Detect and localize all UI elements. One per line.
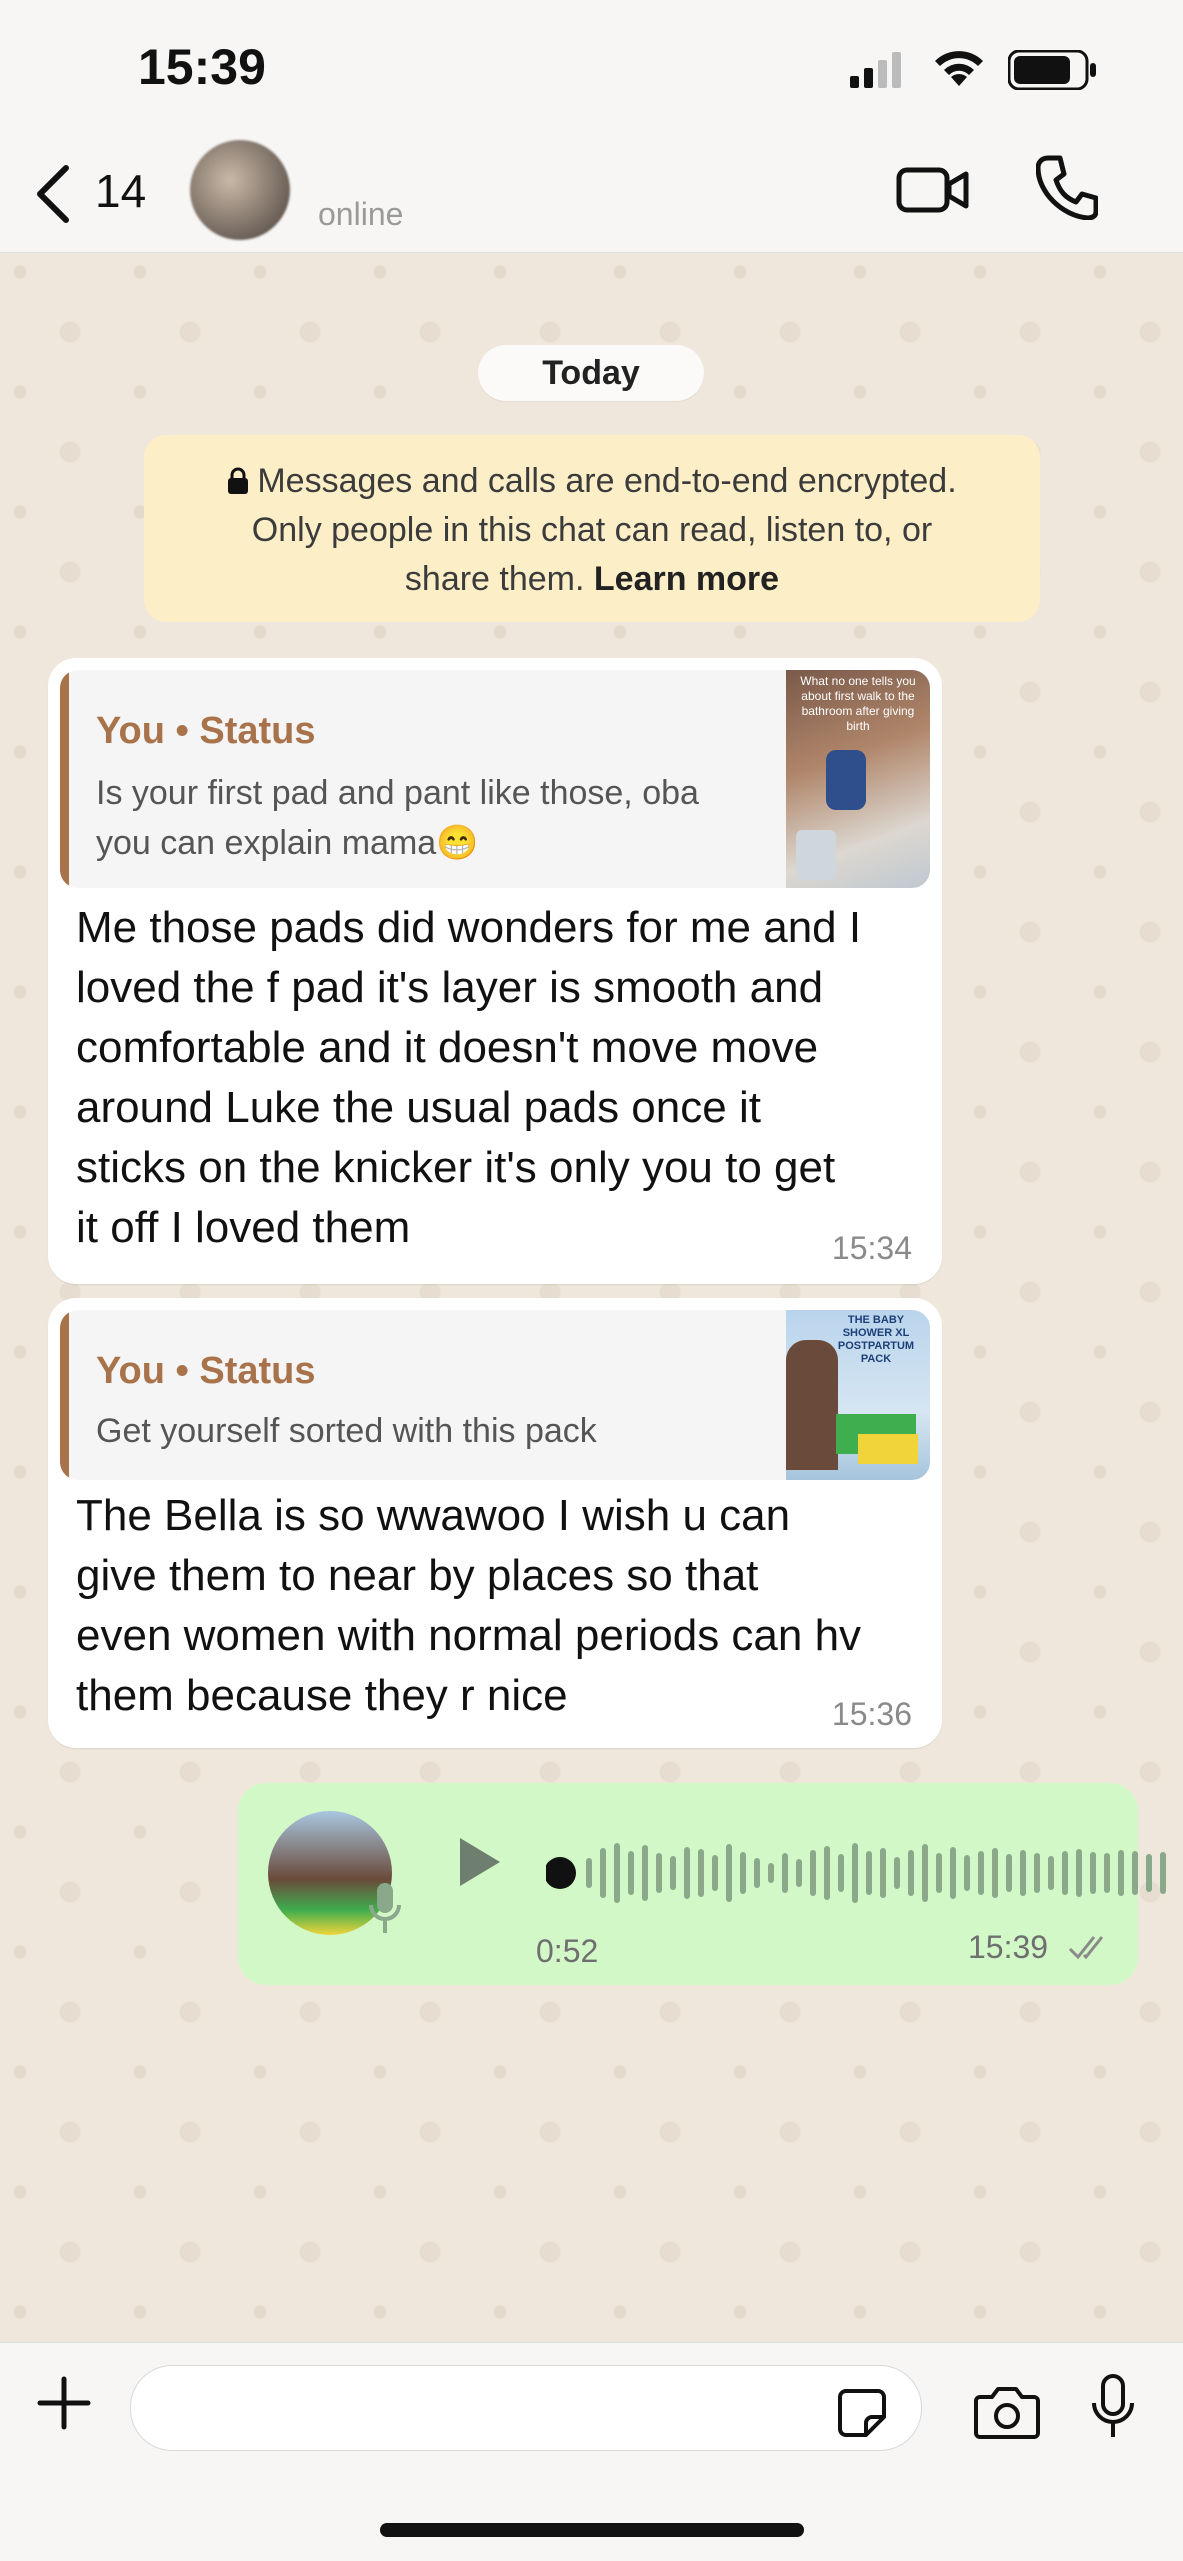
quote-text: Get yourself sorted with this pack [96,1412,597,1450]
message-input[interactable] [130,2365,922,2451]
message-timestamp: 15:36 [831,1696,912,1732]
status-thumbnail-caption: What no one tells you about first walk t… [800,674,916,733]
quote-accent-bar [60,670,69,888]
read-receipt-icon [1068,1936,1104,1960]
voice-call-icon[interactable] [1036,154,1098,220]
waveform-bar [586,1858,592,1888]
contact-avatar[interactable] [190,140,290,240]
waveform-bar [712,1855,718,1891]
waveform-bar [698,1849,704,1897]
waveform-bar [880,1848,886,1898]
quote-text: Is your first pad and pant like those, o… [96,774,699,862]
encryption-line-2: Only people in this chat can read, liste… [251,511,933,549]
battery-icon [1008,50,1096,90]
quoted-status-reply[interactable]: You • Status Is your first pad and pant … [60,670,930,888]
status-bar: 15:39 [0,0,1183,140]
quote-author: You • Status [96,710,316,752]
waveform-bar [726,1844,732,1902]
waveform-bar [838,1854,844,1892]
message-timestamp: 15:34 [831,1230,912,1266]
waveform-bar [768,1863,774,1883]
unread-count[interactable]: 14 [95,164,146,218]
lock-icon [228,467,249,494]
waveform-bar [964,1855,970,1891]
plus-icon[interactable] [34,2373,94,2433]
incoming-message[interactable]: You • Status Get yourself sorted with th… [48,1298,942,1748]
status-thumbnail-caption: THE BABY SHOWER XL POSTPARTUM PACK [837,1314,915,1365]
encryption-line-3: share them. [404,560,594,598]
quoted-status-reply[interactable]: You • Status Get yourself sorted with th… [60,1310,930,1480]
waveform-bar [796,1859,802,1887]
waveform-bar [922,1844,928,1902]
waveform-bar [684,1847,690,1899]
status-thumbnail: THE BABY SHOWER XL POSTPARTUM PACK [786,1310,930,1480]
waveform-bar [614,1843,620,1903]
waveform-bar [1006,1854,1012,1892]
waveform-bar [950,1847,956,1899]
waveform-bar [600,1848,606,1898]
waveform-bar [1062,1851,1068,1895]
waveform-bar [936,1853,942,1893]
waveform-bar [824,1846,830,1900]
waveform-bar [1090,1852,1096,1894]
chat-header: 14 online [0,140,1183,253]
voice-duration: 0:52 [536,1933,599,1969]
waveform-bar [1076,1849,1082,1897]
quote-accent-bar [60,1310,69,1480]
date-chip: Today [478,345,704,401]
waveform-bar [656,1853,662,1893]
status-time: 15:39 [138,39,266,95]
home-indicator[interactable] [380,2523,804,2537]
waveform-bar [1034,1853,1040,1893]
voice-note-mic-icon [369,1883,401,1933]
encryption-line-1: Messages and calls are end-to-end encryp… [257,462,957,500]
voice-waveform[interactable] [546,1833,1183,1913]
learn-more-link[interactable]: Learn more [594,560,779,598]
waveform-bar [1104,1853,1110,1893]
waveform-bar [810,1850,816,1896]
sticker-icon[interactable] [836,2387,888,2439]
waveform-bar [866,1851,872,1895]
outgoing-voice-message[interactable]: 0:52 15:39 [238,1783,1166,1985]
waveform-bar [1118,1850,1124,1896]
waveform-bar [628,1851,634,1895]
waveform-bar [908,1850,914,1896]
play-icon[interactable] [456,1835,504,1889]
encryption-notice[interactable]: Messages and calls are end-to-end encryp… [144,435,1040,622]
waveform-bar [852,1843,858,1903]
presence-status: online [318,196,404,232]
waveform-bar [782,1853,788,1893]
waveform-bar [894,1857,900,1889]
back-chevron-icon[interactable] [30,162,78,226]
waveform-bar [740,1852,746,1894]
waveform-bar [1160,1852,1166,1894]
waveform-bar [992,1848,998,1898]
status-thumbnail: What no one tells you about first walk t… [786,670,930,888]
waveform-bar [754,1858,760,1888]
video-call-icon[interactable] [896,162,970,216]
microphone-icon[interactable] [1090,2373,1136,2441]
cellular-signal-icon [850,52,901,88]
wifi-icon [935,51,983,86]
message-timestamp: 15:39 [968,1929,1049,1965]
waveform-bar [1020,1850,1026,1896]
waveform-bar [978,1851,984,1895]
camera-icon[interactable] [974,2385,1040,2439]
quote-author: You • Status [96,1350,316,1392]
waveform-bar [670,1856,676,1890]
waveform-bar [1048,1856,1054,1890]
waveform-bar [1132,1851,1138,1895]
waveform-bar [642,1845,648,1901]
incoming-message[interactable]: You • Status Is your first pad and pant … [48,658,942,1284]
message-text: Me those pads did wonders for me and I l… [76,903,862,1252]
waveform-bar [1146,1854,1152,1892]
message-text: The Bella is so wwawoo I wish u can give… [76,1491,862,1720]
